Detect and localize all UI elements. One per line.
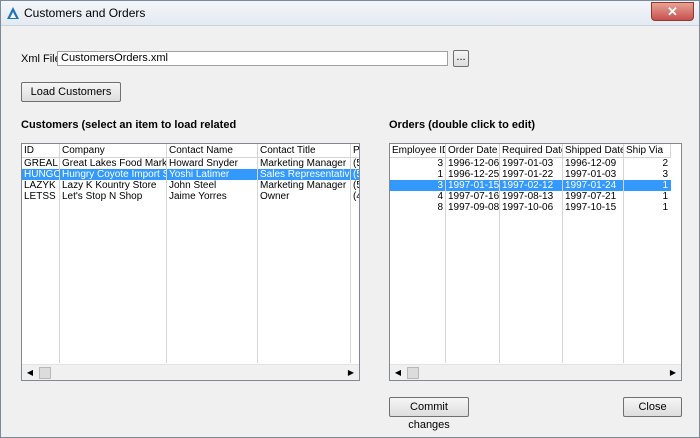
table-row[interactable]: 4 1997-07-16 1997-08-13 1997-07-21 1 [390, 191, 671, 202]
commit-changes-button[interactable]: Commit changes [389, 397, 469, 431]
table-row[interactable]: 1 1996-12-25 1997-01-22 1997-01-03 3 [390, 169, 671, 180]
table-cell: 1997-02-12 [502, 180, 554, 191]
table-cell: GREAL [24, 158, 58, 169]
table-cell: 1 [662, 180, 668, 191]
table-cell: 3 [437, 158, 443, 169]
column-divider [257, 144, 258, 363]
window-title: Customers and Orders [24, 6, 146, 20]
column-header[interactable]: Order Date [446, 144, 500, 157]
table-cell: Let's Stop N Shop [62, 191, 143, 202]
table-cell: HUNGC [24, 169, 60, 180]
table-cell: 2 [662, 158, 668, 169]
table-cell: 1 [662, 202, 668, 213]
window-close-button[interactable]: ✕ [651, 2, 694, 21]
orders-rows: 3 1996-12-06 1997-01-03 1996-12-09 2 1 1996-12… [390, 158, 671, 213]
column-divider [562, 144, 563, 363]
column-header[interactable]: Shipped Date [563, 144, 624, 157]
column-divider [445, 144, 446, 363]
table-cell: 1997-10-15 [565, 202, 617, 213]
table-cell: (5 [353, 180, 359, 191]
browse-button[interactable]: ... [453, 50, 469, 67]
orders-listview[interactable]: Employee ID Order Date Required Date Shippe… [389, 143, 682, 381]
table-cell: LETSS [24, 191, 56, 202]
table-cell: 3 [662, 169, 668, 180]
column-header[interactable]: Required Date [500, 144, 563, 157]
column-divider [59, 144, 60, 363]
table-cell: 1997-01-03 [502, 158, 554, 169]
orders-hscrollbar[interactable]: ◀ ▶ [390, 364, 681, 380]
table-cell: Howard Snyder [169, 158, 238, 169]
table-cell: 1997-01-03 [565, 169, 617, 180]
scroll-thumb[interactable] [39, 367, 51, 379]
main-window: Customers and Orders ✕ Xml File: Custome… [0, 0, 700, 438]
table-cell: Jaime Yorres [169, 191, 227, 202]
customers-header: IDCompanyContact NameContact TitlePh [22, 144, 359, 158]
table-cell: 1996-12-06 [448, 158, 500, 169]
table-cell: 8 [437, 202, 443, 213]
table-cell: Owner [260, 191, 290, 202]
table-cell: Marketing Manager [260, 158, 347, 169]
table-cell: Great Lakes Food Market [62, 158, 167, 169]
orders-header: Employee ID Order Date Required Date Shippe… [390, 144, 671, 158]
table-row[interactable]: HUNGCHungry Coyote Import StoreYoshi Lat… [22, 169, 359, 180]
table-cell: Marketing Manager [260, 180, 347, 191]
table-cell: 1996-12-25 [448, 169, 500, 180]
column-divider [499, 144, 500, 363]
title-bar: Customers and Orders ✕ [1, 1, 699, 26]
app-logo-icon [7, 7, 19, 19]
table-cell: Hungry Coyote Import Store [62, 169, 167, 180]
column-divider [350, 144, 351, 363]
table-cell: 1996-12-09 [565, 158, 617, 169]
customers-rows: GREAL Great Lakes Food Market Howard Snyde… [22, 158, 359, 202]
close-button[interactable]: Close [623, 397, 682, 417]
table-cell: 1997-01-15 [448, 180, 500, 191]
table-row[interactable]: 3 1997-01-15 1997-02-12 1997-01-24 1 [390, 180, 671, 191]
table-cell: 3 [437, 180, 443, 191]
orders-section-title: Orders (double click to edit) [389, 119, 536, 131]
column-divider [166, 144, 167, 363]
load-customers-button[interactable]: Load Customers [21, 82, 121, 102]
table-cell: 1997-10-06 [502, 202, 554, 213]
table-row[interactable]: LAZYK Lazy K Kountry Store John Steel Marke… [22, 180, 359, 191]
table-cell: 1997-01-24 [565, 180, 617, 191]
column-header[interactable]: Ship Via [624, 144, 671, 157]
table-cell: (4 [353, 191, 359, 202]
column-header[interactable]: Contact Name [167, 144, 258, 157]
scroll-right-icon[interactable]: ▶ [343, 365, 359, 380]
table-cell: (5 [353, 158, 359, 169]
scroll-thumb[interactable] [407, 367, 419, 379]
table-row[interactable]: GREAL Great Lakes Food Market Howard Snyde… [22, 158, 359, 169]
close-icon: ✕ [667, 4, 678, 19]
table-cell: 1997-08-13 [502, 191, 554, 202]
column-header[interactable]: Ph [351, 144, 359, 157]
table-cell: 1997-09-08 [448, 202, 500, 213]
customers-listview[interactable]: IDCompanyContact NameContact TitlePh GRE… [21, 143, 360, 381]
customers-hscrollbar[interactable]: ◀ ▶ [22, 364, 359, 380]
table-row[interactable]: 8 1997-09-08 1997-10-06 1997-10-15 1 [390, 202, 671, 213]
table-cell: 1 [437, 169, 443, 180]
column-divider [623, 144, 624, 363]
column-header[interactable]: ID [22, 144, 60, 157]
table-row[interactable]: LETSS Let's Stop N Shop Jaime Yorres Owner (… [22, 191, 359, 202]
table-cell: 4 [437, 191, 443, 202]
scroll-right-icon[interactable]: ▶ [665, 365, 681, 380]
table-cell: 1997-01-22 [502, 169, 554, 180]
customers-section-title: Customers (select an item to load relate… [21, 119, 237, 131]
table-row[interactable]: 3 1996-12-06 1997-01-03 1996-12-09 2 [390, 158, 671, 169]
xml-file-input[interactable]: CustomersOrders.xml [57, 51, 448, 66]
scroll-left-icon[interactable]: ◀ [390, 365, 406, 380]
table-cell: 1 [662, 191, 668, 202]
table-cell: John Steel [169, 180, 217, 191]
table-cell: LAZYK [24, 180, 56, 191]
column-header[interactable]: Employee ID [390, 144, 446, 157]
column-header[interactable]: Company [60, 144, 167, 157]
scroll-left-icon[interactable]: ◀ [22, 365, 38, 380]
column-header[interactable]: Contact Title [258, 144, 351, 157]
table-cell: Lazy K Kountry Store [62, 180, 157, 191]
table-cell: 1997-07-21 [565, 191, 617, 202]
table-cell: (5 [353, 169, 359, 180]
table-cell: Sales Representative [260, 169, 351, 180]
table-cell: 1997-07-16 [448, 191, 500, 202]
table-cell: Yoshi Latimer [169, 169, 230, 180]
